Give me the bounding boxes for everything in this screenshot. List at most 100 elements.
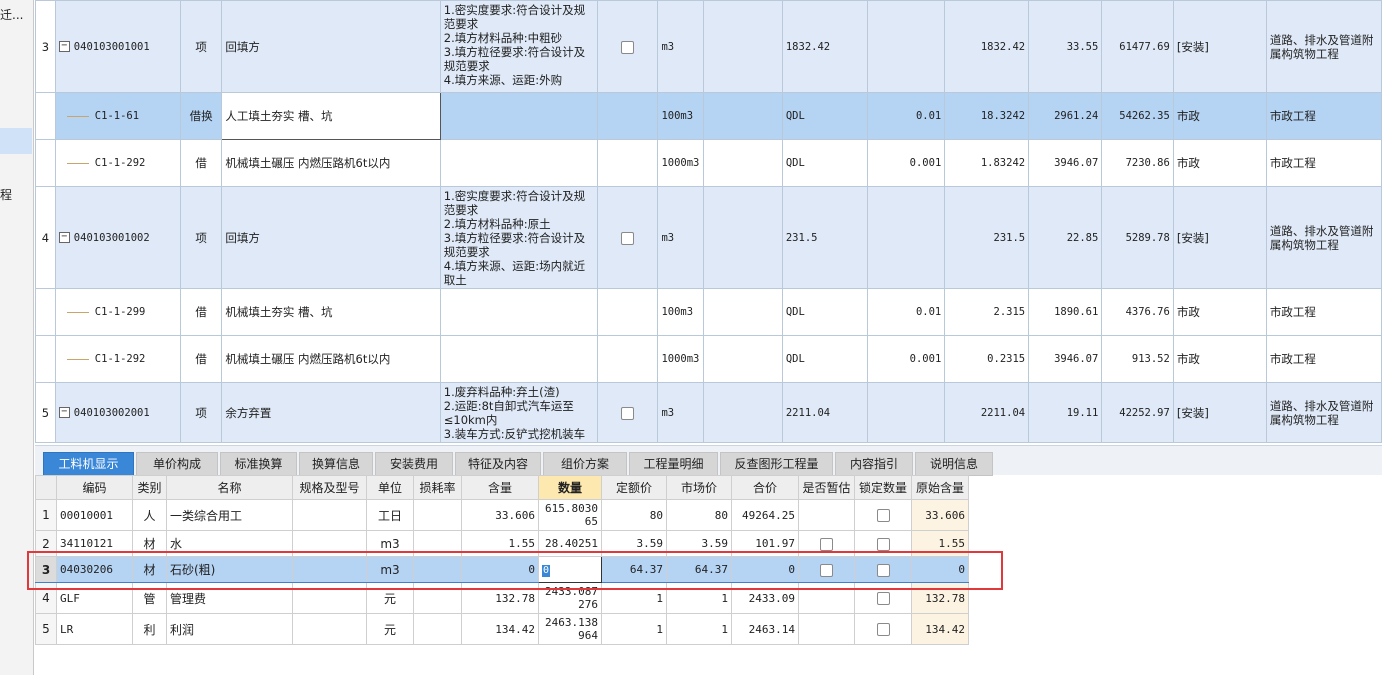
item-name[interactable]: 回填方 [221, 186, 441, 289]
item-code-cell[interactable]: C1-1-292 [54, 335, 181, 383]
total-price[interactable]: 7230.86 [1101, 139, 1174, 187]
loss-rate[interactable] [413, 499, 462, 531]
item-name[interactable]: 余方弃置 [221, 382, 441, 443]
quantity-value[interactable]: 18.3242 [944, 92, 1030, 140]
base-price[interactable]: 1 [601, 582, 667, 614]
total-price[interactable]: 101.97 [731, 530, 799, 557]
item-code-cell[interactable]: C1-1-299 [54, 288, 181, 336]
checkbox-cell[interactable] [596, 139, 659, 187]
content-value[interactable]: 0.001 [866, 335, 946, 383]
quota-sub-row[interactable]: C1-1-292 借机械填土碾压 内燃压路机6t以内 1000m3 QDL 0.001 0… [35, 335, 1382, 383]
column-header[interactable]: 类别 [132, 475, 167, 500]
provisional-flag-checkbox[interactable] [820, 537, 833, 551]
resource-category[interactable]: 人 [132, 499, 167, 531]
blank-cell[interactable] [703, 92, 783, 140]
resource-category[interactable]: 材 [132, 556, 167, 583]
loss-rate[interactable] [413, 556, 462, 583]
resource-code[interactable]: 00010001 [56, 499, 133, 531]
resource-name[interactable]: 一类综合用工 [166, 499, 293, 531]
content-value[interactable]: 132.78 [461, 582, 539, 614]
blank-cell[interactable] [703, 382, 783, 443]
resource-unit[interactable]: 元 [366, 613, 414, 645]
discipline[interactable]: 市政工程 [1265, 139, 1382, 187]
item-code-cell[interactable]: −040103001001 [54, 0, 181, 93]
item-type[interactable]: 借 [179, 139, 223, 187]
quantity-value[interactable]: 615.803065 [538, 499, 602, 531]
loss-rate[interactable] [413, 582, 462, 614]
loss-rate[interactable] [413, 613, 462, 645]
row-number[interactable] [35, 92, 56, 140]
market-price[interactable]: 1 [666, 613, 732, 645]
quantity-expression[interactable]: QDL [781, 335, 868, 383]
original-content[interactable]: 33.606 [911, 499, 969, 531]
quantity-expression[interactable]: 1832.42 [781, 0, 868, 93]
total-price[interactable]: 54262.35 [1101, 92, 1174, 140]
column-header[interactable]: 损耗率 [413, 475, 462, 500]
provisional-flag-checkbox[interactable] [820, 563, 833, 577]
base-price[interactable]: 80 [601, 499, 667, 531]
locked-quantity-checkbox[interactable] [876, 592, 890, 605]
provisional-flag[interactable] [798, 582, 855, 614]
major-type[interactable]: 市政 [1172, 139, 1267, 187]
collapse-icon[interactable]: − [58, 407, 70, 418]
locked-quantity-checkbox[interactable] [876, 563, 890, 577]
market-price[interactable]: 3.59 [666, 530, 732, 557]
tab-10[interactable]: 内容指引 [835, 452, 913, 476]
item-type[interactable]: 借换 [179, 92, 223, 140]
major-type[interactable]: [安装] [1172, 0, 1267, 93]
column-header[interactable]: 编码 [56, 475, 133, 500]
item-name[interactable]: 机械填土夯实 槽、坑 [221, 288, 441, 336]
quantity-value[interactable]: 1.83242 [944, 139, 1030, 187]
unit-price[interactable]: 1890.61 [1028, 288, 1103, 336]
sidebar-selected-item[interactable] [0, 128, 32, 154]
checkbox-cell[interactable] [596, 288, 659, 336]
resource-code[interactable]: 34110121 [56, 530, 133, 557]
item-feature[interactable]: 1.密实度要求:符合设计及规范要求 2.填方材料品种:原土 3.填方粒径要求:符… [439, 186, 598, 289]
resource-spec[interactable] [292, 499, 367, 531]
major-type[interactable]: 市政 [1172, 92, 1267, 140]
base-price[interactable]: 1 [601, 613, 667, 645]
item-feature[interactable] [439, 288, 598, 336]
locked-quantity-checkbox[interactable] [876, 509, 890, 522]
quantity-value[interactable]: 2211.04 [944, 382, 1030, 443]
total-price[interactable]: 61477.69 [1101, 0, 1174, 93]
tab-6[interactable]: 特征及内容 [455, 452, 541, 476]
collapse-icon[interactable]: − [58, 41, 70, 52]
item-name[interactable]: 机械填土碾压 内燃压路机6t以内 [221, 335, 441, 383]
quantity-value[interactable]: 0 [538, 556, 602, 583]
locked-quantity[interactable] [854, 499, 912, 531]
total-price[interactable]: 5289.78 [1101, 186, 1174, 289]
resource-category[interactable]: 利 [132, 613, 167, 645]
column-header[interactable] [35, 475, 57, 500]
item-type[interactable]: 项 [179, 0, 223, 93]
item-type[interactable]: 项 [179, 382, 223, 443]
quantity-value[interactable]: 2463.138964 [538, 613, 602, 645]
original-content[interactable]: 1.55 [911, 530, 969, 557]
item-type[interactable]: 借 [179, 335, 223, 383]
content-value[interactable]: 134.42 [461, 613, 539, 645]
resource-code[interactable]: GLF [56, 582, 133, 614]
blank-cell[interactable] [703, 0, 783, 93]
major-type[interactable]: 市政 [1172, 288, 1267, 336]
checkbox-cell[interactable] [596, 186, 659, 289]
tab-2[interactable]: 单价构成 [136, 452, 218, 476]
column-header[interactable]: 含量 [461, 475, 539, 500]
bill-item-row[interactable]: 5−040103002001 项余方弃置 1.废弃料品种:弃土(渣) 2.运距:8t… [35, 382, 1382, 443]
resource-unit[interactable]: m3 [366, 556, 414, 583]
tab-3[interactable]: 标准换算 [220, 452, 297, 476]
quantity-value[interactable]: 2.315 [944, 288, 1030, 336]
row-number[interactable]: 5 [35, 382, 56, 443]
discipline[interactable]: 道路、排水及管道附属构筑物工程 [1265, 382, 1382, 443]
quantity-input[interactable]: 0 [542, 564, 551, 577]
blank-cell[interactable] [703, 139, 783, 187]
row-number[interactable]: 4 [35, 186, 56, 289]
resource-row[interactable]: 2 34110121 材水 m3 1.55 28.40251 3.59 3.59 101.97 1… [35, 530, 969, 557]
item-feature[interactable] [439, 335, 598, 383]
item-checkbox[interactable] [621, 40, 635, 54]
item-name[interactable]: 机械填土碾压 内燃压路机6t以内 [221, 139, 441, 187]
collapse-icon[interactable]: − [58, 232, 70, 243]
tab-9[interactable]: 反查图形工程量 [720, 452, 833, 476]
resource-category[interactable]: 管 [132, 582, 167, 614]
resource-unit[interactable]: 工日 [366, 499, 414, 531]
original-content[interactable]: 134.42 [911, 613, 969, 645]
